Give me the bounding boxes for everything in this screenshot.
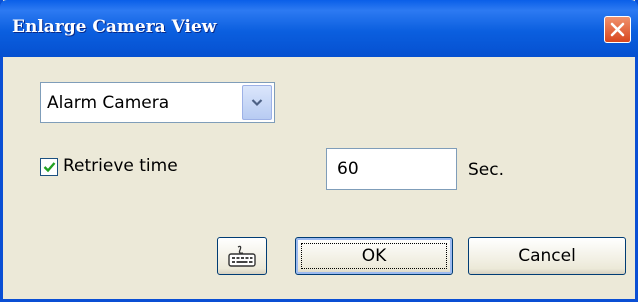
seconds-unit-label: Sec. bbox=[468, 160, 505, 180]
checkmark-icon bbox=[43, 162, 55, 173]
ok-button[interactable]: OK bbox=[295, 237, 453, 275]
retrieve-time-label[interactable]: Retrieve time bbox=[63, 156, 178, 176]
enlarge-camera-view-dialog: Enlarge Camera View Alarm Camera Retriev… bbox=[0, 0, 638, 302]
chevron-down-icon bbox=[251, 99, 263, 107]
keyboard-button[interactable] bbox=[217, 237, 267, 275]
camera-select[interactable]: Alarm Camera bbox=[40, 82, 275, 123]
retrieve-time-checkbox[interactable] bbox=[40, 158, 58, 176]
close-icon bbox=[610, 22, 625, 37]
camera-select-value: Alarm Camera bbox=[47, 93, 170, 113]
dialog-title: Enlarge Camera View bbox=[12, 17, 217, 37]
cancel-button-label: Cancel bbox=[518, 246, 576, 266]
focus-indicator bbox=[301, 243, 447, 269]
title-bar[interactable]: Enlarge Camera View bbox=[0, 0, 638, 57]
keyboard-icon bbox=[228, 245, 256, 267]
close-button[interactable] bbox=[604, 16, 631, 43]
cancel-button[interactable]: Cancel bbox=[468, 237, 626, 275]
dropdown-button[interactable] bbox=[242, 85, 272, 120]
retrieve-time-input[interactable] bbox=[326, 148, 457, 190]
